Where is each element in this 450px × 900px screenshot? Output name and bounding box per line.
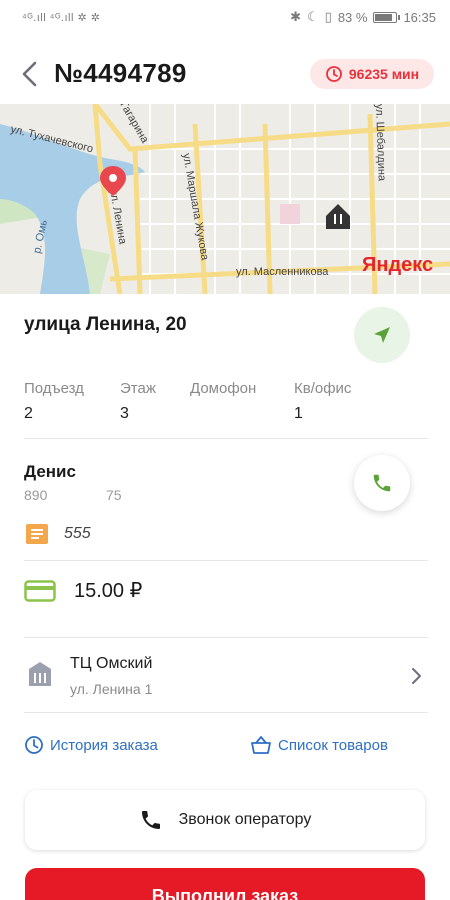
info-entrance: Подъезд 2 bbox=[24, 380, 84, 423]
complete-order-label: Выполнил заказ bbox=[151, 886, 299, 900]
timer-badge: 96235 мин bbox=[310, 59, 434, 89]
info-label: Этаж bbox=[120, 380, 156, 397]
info-intercom: Домофон bbox=[190, 380, 256, 405]
order-history-link[interactable]: История заказа bbox=[24, 735, 158, 755]
credit-card-icon bbox=[24, 579, 56, 602]
phone-icon bbox=[141, 811, 160, 829]
header: №4494789 96235 мин bbox=[0, 44, 450, 104]
history-clock-icon bbox=[25, 736, 43, 754]
chevron-left-icon bbox=[22, 61, 37, 87]
back-button[interactable] bbox=[14, 58, 44, 90]
status-bar: ⁴ᴳ.ıll ⁴ᴳ.ıll ✲ ✲ ✱ ☾ ▯ 83 % 16:35 bbox=[0, 0, 450, 34]
map[interactable]: ул. Тухачевского р. Омь ул. Ленина ул. М… bbox=[0, 104, 450, 294]
info-label: Кв/офис bbox=[294, 380, 352, 397]
products-list-link[interactable]: Список товаров bbox=[250, 735, 388, 755]
navigate-button[interactable] bbox=[354, 307, 410, 363]
divider bbox=[24, 712, 428, 713]
info-value: 2 bbox=[24, 405, 33, 422]
battery-icon bbox=[373, 11, 401, 23]
info-value: 3 bbox=[120, 405, 129, 422]
status-right: ✱ ☾ ▯ 83 % 16:35 bbox=[290, 9, 436, 25]
contact-name: Денис bbox=[24, 462, 76, 481]
contact-phone-part: 890 bbox=[24, 487, 48, 503]
products-list-label: Список товаров bbox=[278, 736, 388, 754]
store-row[interactable]: ТЦ Омский ул. Ленина 1 bbox=[24, 651, 428, 701]
store-icon bbox=[29, 662, 51, 686]
clock-icon bbox=[325, 66, 342, 82]
timer-text: 96235 мин bbox=[348, 66, 420, 82]
delivery-address: улица Ленина, 20 bbox=[24, 314, 187, 335]
basket-icon bbox=[251, 736, 271, 754]
info-label: Домофон bbox=[190, 380, 257, 397]
order-number: №4494789 bbox=[54, 58, 187, 88]
navigation-arrow-icon bbox=[374, 327, 390, 343]
payment-row: 15.00 ₽ bbox=[24, 578, 142, 603]
bluetooth-icon: ✱ bbox=[290, 9, 301, 24]
map-canvas: ул. Тухачевского р. Омь ул. Ленина ул. М… bbox=[0, 104, 450, 294]
info-value: 1 bbox=[294, 405, 303, 422]
store-name: ТЦ Омский bbox=[70, 655, 153, 672]
payment-amount: 15.00 ₽ bbox=[74, 580, 143, 602]
clock: 16:35 bbox=[403, 9, 436, 25]
vibrate-icon: ▯ bbox=[324, 9, 332, 24]
chevron-right-icon bbox=[412, 668, 421, 684]
note-icon bbox=[26, 524, 48, 544]
map-brand: Яндекс bbox=[362, 254, 433, 276]
phone-icon bbox=[373, 474, 391, 492]
moon-icon: ☾ bbox=[307, 9, 319, 24]
comment-text: 555 bbox=[64, 525, 91, 542]
comment-row: 555 bbox=[24, 522, 91, 546]
contact-phone-part: 75 bbox=[106, 487, 122, 503]
status-left-icons: ⁴ᴳ.ıll ⁴ᴳ.ıll ✲ ✲ bbox=[22, 11, 100, 24]
signal-icons: ⁴ᴳ.ıll ⁴ᴳ.ıll ✲ ✲ bbox=[22, 11, 101, 24]
divider bbox=[24, 438, 428, 439]
info-apartment: Кв/офис 1 bbox=[294, 380, 351, 423]
order-history-label: История заказа bbox=[50, 736, 158, 754]
info-label: Подъезд bbox=[24, 380, 84, 397]
call-operator-label: Звонок оператору bbox=[178, 811, 312, 828]
call-client-button[interactable] bbox=[354, 455, 410, 511]
divider bbox=[24, 637, 428, 638]
divider bbox=[24, 560, 428, 561]
call-operator-button[interactable]: Звонок оператору bbox=[25, 790, 425, 850]
info-floor: Этаж 3 bbox=[120, 380, 156, 423]
battery-percent: 83 % bbox=[337, 9, 368, 25]
complete-order-button[interactable]: Выполнил заказ bbox=[25, 868, 425, 900]
store-address: ул. Ленина 1 bbox=[70, 681, 153, 697]
map-label-masl: ул. Масленникова bbox=[236, 266, 329, 278]
